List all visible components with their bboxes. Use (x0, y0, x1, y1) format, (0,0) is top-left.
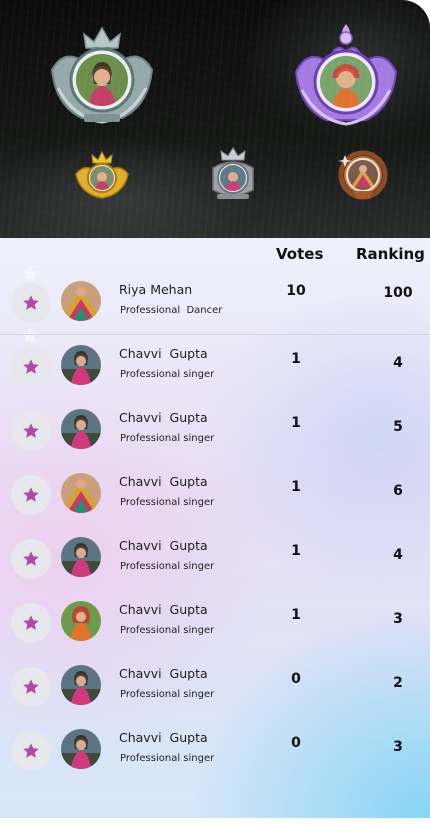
avatar[interactable] (61, 537, 101, 577)
vote-star-button[interactable] (11, 539, 51, 579)
contestant-role: Professional singer (120, 497, 215, 508)
star-icon (23, 423, 39, 438)
contestant-name: Chavvi Gupta (119, 410, 208, 425)
star-icon (23, 487, 39, 502)
contestant-name: Chavvi Gupta (119, 666, 208, 681)
star-icon (23, 743, 39, 758)
leaderboard-row[interactable]: Chavvi Gupta Professional singer 0 3 (0, 718, 430, 782)
leaderboard-row[interactable]: Chavvi Gupta Professional singer 1 4 (0, 334, 430, 398)
votes-value: 1 (291, 543, 301, 559)
second-place-badge[interactable] (290, 20, 402, 132)
vote-star-button[interactable] (11, 347, 51, 387)
leaderboard-row[interactable]: Chavvi Gupta Professional singer 1 5 (0, 398, 430, 462)
votes-value: 0 (291, 735, 301, 751)
contestant-role: Professional singer (120, 433, 215, 444)
votes-value: 1 (291, 351, 301, 367)
avatar[interactable] (61, 345, 101, 385)
ranking-value: 6 (393, 483, 403, 499)
leaderboard-row[interactable]: Chavvi Gupta Professional singer 1 6 (0, 462, 430, 526)
ranking-value: 3 (393, 739, 403, 755)
ranking-value: 5 (393, 419, 403, 435)
votes-value: 0 (291, 671, 301, 687)
votes-value: 1 (291, 479, 301, 495)
leaderboard-row[interactable]: Chavvi Gupta Professional singer 0 2 (0, 654, 430, 718)
contestant-role: Professional singer (120, 625, 215, 636)
vote-star-button[interactable] (11, 475, 51, 515)
vote-star-button[interactable] (11, 283, 51, 323)
contestant-role: Professional singer (120, 561, 215, 572)
third-place-badge[interactable] (72, 150, 132, 202)
contestant-name: Riya Mehan (119, 282, 193, 297)
podium-banner (0, 0, 430, 238)
first-place-badge[interactable] (44, 18, 160, 134)
vote-star-button[interactable] (11, 667, 51, 707)
contestant-name: Chavvi Gupta (119, 474, 208, 489)
avatar[interactable] (61, 409, 101, 449)
ranking-value: 2 (393, 675, 403, 691)
leaderboard-row[interactable]: Chavvi Gupta Professional singer 1 4 (0, 526, 430, 590)
vote-star-button[interactable] (11, 411, 51, 451)
leaderboard-row[interactable]: Riya Mehan Professional Dancer 10 100 (0, 270, 430, 335)
ranking-value: 4 (393, 355, 403, 371)
avatar[interactable] (61, 729, 101, 769)
contestant-role: Professional singer (120, 753, 215, 764)
leaderboard-row[interactable]: Chavvi Gupta Professional singer 1 3 (0, 590, 430, 654)
star-icon (23, 615, 39, 630)
ranking-value: 100 (383, 285, 413, 301)
avatar[interactable] (61, 665, 101, 705)
votes-value: 1 (291, 415, 301, 431)
contestant-name: Chavvi Gupta (119, 346, 208, 361)
contestant-name: Chavvi Gupta (119, 730, 208, 745)
votes-column-header: Votes (276, 245, 324, 263)
avatar[interactable] (61, 473, 101, 513)
contestant-name: Chavvi Gupta (119, 602, 208, 617)
ranking-value: 4 (393, 547, 403, 563)
contestant-role: Professional singer (120, 369, 215, 380)
fourth-place-badge[interactable] (203, 146, 263, 204)
leaderboard-screen: Votes Ranking Riya Mehan Professional Da… (0, 0, 430, 818)
star-icon (23, 679, 39, 694)
contestant-role: Professional Dancer (120, 305, 223, 316)
votes-value: 1 (291, 607, 301, 623)
star-icon (23, 551, 39, 566)
star-icon (23, 295, 39, 310)
avatar[interactable] (61, 281, 101, 321)
ranking-column-header: Ranking (356, 245, 425, 263)
fifth-place-badge[interactable] (335, 147, 391, 203)
star-icon (23, 359, 39, 374)
contestant-name: Chavvi Gupta (119, 538, 208, 553)
votes-value: 10 (286, 283, 306, 299)
avatar[interactable] (61, 601, 101, 641)
ranking-value: 3 (393, 611, 403, 627)
contestant-role: Professional singer (120, 689, 215, 700)
vote-star-button[interactable] (11, 731, 51, 771)
vote-star-button[interactable] (11, 603, 51, 643)
